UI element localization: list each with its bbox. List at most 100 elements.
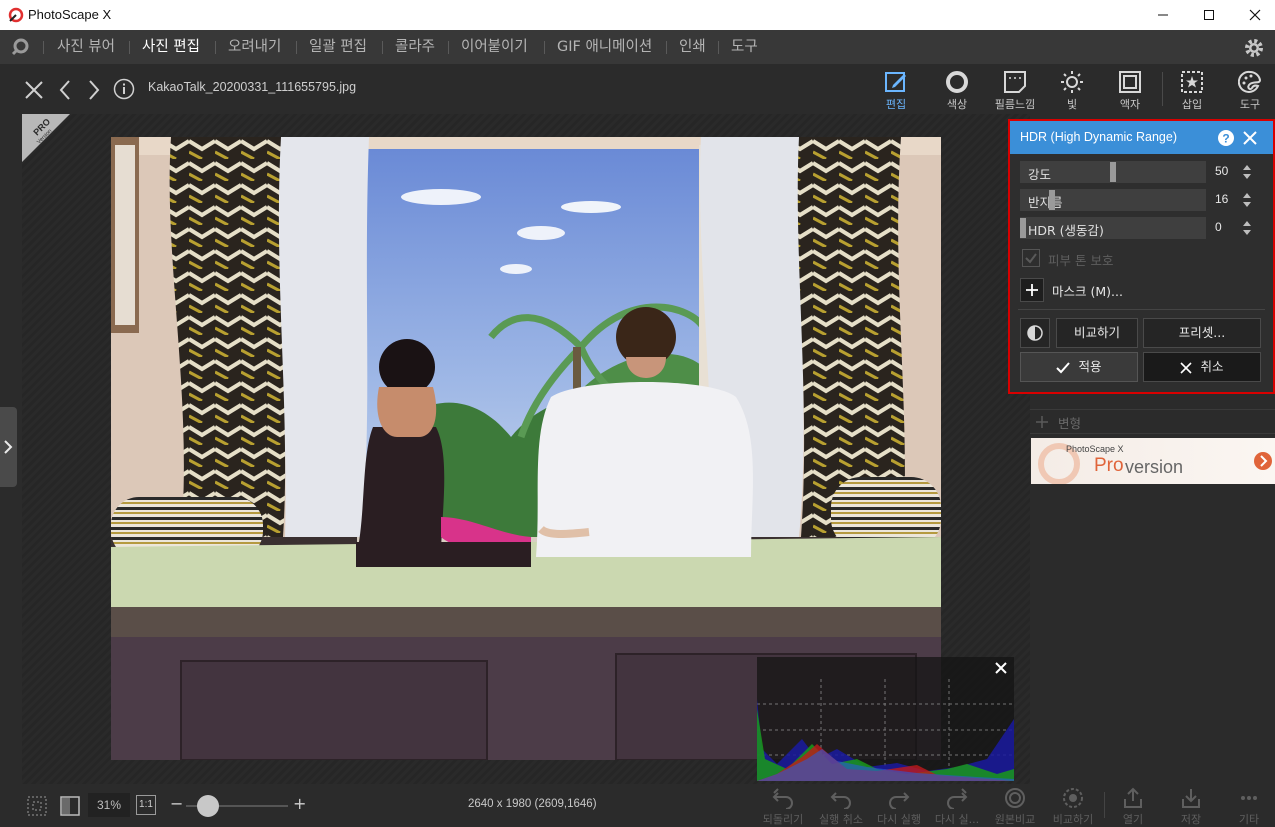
spinner-icon[interactable]: [1242, 163, 1252, 181]
actual-size-button[interactable]: 1:1: [136, 795, 156, 815]
zoom-percent[interactable]: 31%: [88, 793, 130, 817]
divider: [1018, 309, 1265, 310]
tool-light[interactable]: 빛: [1042, 66, 1102, 112]
spinner-icon[interactable]: [1242, 219, 1252, 237]
menu-separator: [448, 41, 449, 54]
spinner-icon[interactable]: [1242, 191, 1252, 209]
more-button[interactable]: 기타: [1220, 784, 1275, 827]
image-dimensions: 2640 x 1980 (2609,1646): [468, 798, 597, 810]
zoom-slider-thumb[interactable]: [197, 795, 219, 817]
redo-all-button[interactable]: 다시 실...: [928, 784, 986, 827]
menu-separator: [544, 41, 545, 54]
mask-label[interactable]: 마스크 (M)...: [1052, 281, 1123, 300]
open-button[interactable]: 열기: [1104, 784, 1162, 827]
compare-button[interactable]: 비교하기: [1056, 318, 1138, 348]
undo-button[interactable]: 실행 취소: [812, 784, 870, 827]
menu-separator: [666, 41, 667, 54]
action-label: 되돌리기: [762, 813, 804, 826]
more-icon: [1241, 796, 1257, 800]
menu-bar: 사진 뷰어 사진 편집 오려내기 일괄 편집 콜라주 이어붙이기 GIF 애니메…: [0, 30, 1275, 64]
film-icon: [1004, 71, 1026, 93]
action-label: 원본비교: [994, 813, 1036, 826]
grid-view-icon[interactable]: [27, 796, 47, 816]
zoom-out-button[interactable]: −: [170, 794, 183, 813]
tool-label: 삽입: [1181, 98, 1203, 111]
menu-cut-out[interactable]: 오려내기: [228, 30, 281, 64]
menu-collage[interactable]: 콜라주: [395, 30, 435, 64]
close-panel-icon[interactable]: [1243, 131, 1257, 145]
slider-radius[interactable]: 반지름 16: [1020, 189, 1263, 211]
frame-icon: [1119, 71, 1141, 93]
checkmark-icon: [1025, 253, 1037, 264]
tool-color[interactable]: 색상: [927, 66, 987, 112]
tools-icon: [1238, 70, 1262, 93]
tool-tools[interactable]: 도구: [1220, 66, 1275, 112]
minimize-icon: [1158, 14, 1168, 16]
original-compare-button[interactable]: 원본비교: [986, 784, 1044, 827]
menu-print[interactable]: 인쇄: [679, 30, 706, 64]
home-icon[interactable]: [10, 37, 30, 57]
menu-gif[interactable]: GIF 애니메이션: [557, 30, 652, 64]
slider-thumb[interactable]: [1110, 162, 1116, 182]
gear-icon[interactable]: [1243, 37, 1265, 59]
menu-photo-viewer[interactable]: 사진 뷰어: [57, 30, 115, 64]
slider-value[interactable]: 16: [1215, 192, 1228, 206]
add-mask-button[interactable]: [1020, 278, 1044, 302]
action-label: 다시 실...: [934, 813, 980, 826]
action-label: 저장: [1180, 813, 1202, 826]
title-bar: PhotoScape X: [0, 0, 1275, 30]
menu-tools[interactable]: 도구: [731, 30, 758, 64]
help-icon[interactable]: ?: [1218, 130, 1234, 146]
photo-canvas[interactable]: PRO Version: [22, 114, 1030, 784]
check-icon: [1056, 361, 1071, 373]
tool-edit[interactable]: 편집: [866, 66, 926, 112]
pro-version-banner[interactable]: PhotoScape X Pro version: [1031, 438, 1275, 484]
revert-button[interactable]: 되돌리기: [754, 784, 812, 827]
slider-strength[interactable]: 강도 50: [1020, 161, 1263, 183]
prev-photo-icon[interactable]: [58, 79, 72, 101]
cancel-label: 취소: [1200, 359, 1224, 374]
zoom-in-button[interactable]: +: [293, 794, 306, 813]
tool-label: 편집: [885, 98, 907, 111]
original-icon: [1005, 788, 1025, 808]
pro-banner-version: version: [1125, 457, 1184, 477]
slider-thumb[interactable]: [1049, 190, 1055, 210]
side-item-transform[interactable]: 변형: [1030, 410, 1275, 434]
action-label: 기타: [1238, 813, 1260, 826]
tool-film[interactable]: 필름느낌: [985, 66, 1045, 112]
tool-label: 액자: [1119, 98, 1141, 111]
panel-toggle-icon[interactable]: [60, 796, 80, 816]
close-window-button[interactable]: [1232, 0, 1275, 30]
next-photo-icon[interactable]: [87, 79, 101, 101]
expand-sidebar-button[interactable]: [0, 407, 17, 487]
skin-protect-checkbox[interactable]: [1022, 249, 1040, 267]
cancel-button[interactable]: 취소: [1143, 352, 1261, 382]
side-item-label: 변형: [1058, 416, 1082, 431]
tool-frame[interactable]: 액자: [1100, 66, 1160, 112]
tool-insert[interactable]: 삽입: [1162, 66, 1222, 112]
redo-button[interactable]: 다시 실행: [870, 784, 928, 827]
minimize-button[interactable]: [1140, 0, 1186, 30]
slider-thumb[interactable]: [1020, 218, 1026, 238]
compare-action-button[interactable]: 비교하기: [1044, 784, 1102, 827]
file-name: KakaoTalk_20200331_111655795.jpg: [148, 80, 357, 94]
close-histogram-icon[interactable]: [994, 661, 1008, 675]
preset-button[interactable]: 프리셋...: [1143, 318, 1261, 348]
maximize-button[interactable]: [1186, 0, 1232, 30]
slider-value[interactable]: 0: [1215, 220, 1222, 234]
x-icon: [1180, 361, 1193, 374]
save-button[interactable]: 저장: [1162, 784, 1220, 827]
close-photo-icon[interactable]: [24, 80, 44, 100]
action-label: 열기: [1122, 813, 1144, 826]
apply-button[interactable]: 적용: [1020, 352, 1138, 382]
menu-photo-editor[interactable]: 사진 편집: [142, 30, 200, 64]
slider-value[interactable]: 50: [1215, 164, 1228, 178]
compare-toggle-button[interactable]: [1020, 318, 1050, 348]
info-icon[interactable]: [113, 78, 135, 100]
menu-batch[interactable]: 일괄 편집: [309, 30, 367, 64]
action-label: 실행 취소: [819, 813, 863, 826]
insert-icon: [1181, 71, 1203, 93]
menu-combine[interactable]: 이어붙이기: [461, 30, 528, 64]
slider-vividness[interactable]: HDR (생동감) 0: [1020, 217, 1263, 239]
svg-text:?: ?: [1222, 132, 1229, 146]
